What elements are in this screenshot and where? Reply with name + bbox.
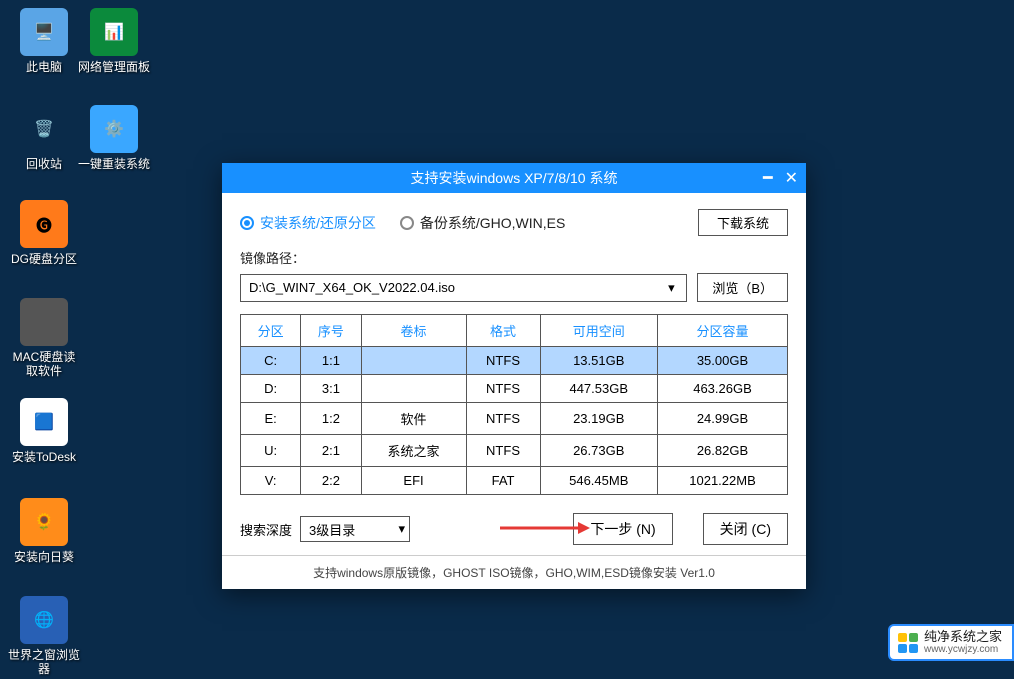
column-header: 分区容量: [658, 315, 788, 347]
radio-install-label: 安装系统/还原分区: [260, 213, 376, 233]
install-sunflower-icon: 🌻: [20, 498, 68, 546]
desktop-icon-label: 一键重装系统: [78, 157, 150, 171]
close-window-button[interactable]: ✕: [785, 168, 798, 188]
table-row[interactable]: V:2:2EFIFAT546.45MB1021.22MB: [241, 467, 788, 495]
cell-idx: 1:1: [301, 347, 361, 375]
cell-vol: 系统之家: [361, 435, 466, 467]
column-header: 格式: [466, 315, 540, 347]
cell-fs: NTFS: [466, 435, 540, 467]
desktop-icon-label: 安装向日葵: [8, 550, 80, 564]
browse-button[interactable]: 浏览（B）: [697, 273, 788, 302]
cell-idx: 2:2: [301, 467, 361, 495]
world-browser-icon: 🌐: [20, 596, 68, 644]
cell-idx: 1:2: [301, 403, 361, 435]
close-button[interactable]: 关闭 (C): [703, 513, 788, 545]
search-depth-label: 搜索深度: [240, 520, 292, 539]
partition-table: 分区序号卷标格式可用空间分区容量 C:1:1NTFS13.51GB35.00GB…: [240, 314, 788, 495]
onekey-reinstall-icon: ⚙️: [90, 105, 138, 153]
desktop-icon-label: MAC硬盘读取软件: [8, 350, 80, 378]
watermark-url: www.ycwjzy.com: [924, 644, 1002, 655]
desktop-icon-install-sunflower[interactable]: 🌻 安装向日葵: [8, 498, 80, 564]
watermark-name: 纯净系统之家: [924, 630, 1002, 644]
desktop-icon-label: DG硬盘分区: [8, 252, 80, 266]
cell-free: 546.45MB: [540, 467, 658, 495]
desktop-icon-world-browser[interactable]: 🌐 世界之窗浏览器: [8, 596, 80, 676]
minimize-button[interactable]: ━: [763, 168, 773, 188]
column-header: 可用空间: [540, 315, 658, 347]
image-path-value: D:\G_WIN7_X64_OK_V2022.04.iso: [249, 280, 455, 295]
table-row[interactable]: D:3:1 NTFS447.53GB463.26GB: [241, 375, 788, 403]
desktop-icon-dg-disk[interactable]: 🅖 DG硬盘分区: [8, 200, 80, 266]
radio-backup[interactable]: 备份系统/GHO,WIN,ES: [400, 213, 565, 233]
desktop-icon-network-panel[interactable]: 📊 网络管理面板: [78, 8, 150, 74]
radio-backup-label: 备份系统/GHO,WIN,ES: [420, 213, 565, 233]
mac-disk-reader-icon: [20, 298, 68, 346]
column-header: 序号: [301, 315, 361, 347]
cell-cap: 1021.22MB: [658, 467, 788, 495]
desktop-icon-this-pc[interactable]: 🖥️ 此电脑: [8, 8, 80, 74]
cell-drive: D:: [241, 375, 301, 403]
installer-window: 支持安装windows XP/7/8/10 系统 ━ ✕ 安装系统/还原分区 备…: [222, 163, 806, 589]
window-title: 支持安装windows XP/7/8/10 系统: [411, 168, 618, 188]
search-depth-value: 3级目录: [309, 520, 355, 539]
image-path-label: 镜像路径：: [240, 248, 788, 267]
cell-cap: 26.82GB: [658, 435, 788, 467]
cell-fs: NTFS: [466, 347, 540, 375]
chevron-down-icon: ▾: [662, 279, 680, 297]
search-depth-combo[interactable]: 3级目录 ▾: [300, 516, 410, 542]
cell-free: 13.51GB: [540, 347, 658, 375]
cell-vol: [361, 375, 466, 403]
recycle-bin-icon: 🗑️: [20, 105, 68, 153]
cell-free: 447.53GB: [540, 375, 658, 403]
desktop-icon-label: 网络管理面板: [78, 60, 150, 74]
cell-drive: U:: [241, 435, 301, 467]
cell-idx: 2:1: [301, 435, 361, 467]
annotation-arrow: [500, 527, 590, 529]
cell-idx: 3:1: [301, 375, 361, 403]
cell-drive: V:: [241, 467, 301, 495]
cell-fs: NTFS: [466, 403, 540, 435]
cell-fs: FAT: [466, 467, 540, 495]
desktop-icon-label: 安装ToDesk: [8, 450, 80, 464]
radio-icon: [240, 216, 254, 230]
cell-free: 26.73GB: [540, 435, 658, 467]
desktop-icon-mac-disk-reader[interactable]: MAC硬盘读取软件: [8, 298, 80, 378]
download-system-button[interactable]: 下载系统: [698, 209, 788, 236]
cell-vol: EFI: [361, 467, 466, 495]
cell-cap: 24.99GB: [658, 403, 788, 435]
desktop-icon-install-todesk[interactable]: 🟦 安装ToDesk: [8, 398, 80, 464]
watermark-logo-icon: [898, 633, 918, 653]
cell-drive: E:: [241, 403, 301, 435]
column-header: 卷标: [361, 315, 466, 347]
install-todesk-icon: 🟦: [20, 398, 68, 446]
cell-drive: C:: [241, 347, 301, 375]
radio-install-restore[interactable]: 安装系统/还原分区: [240, 213, 376, 233]
desktop-icon-onekey-reinstall[interactable]: ⚙️ 一键重装系统: [78, 105, 150, 171]
dg-disk-icon: 🅖: [20, 200, 68, 248]
desktop-icon-label: 世界之窗浏览器: [8, 648, 80, 676]
radio-icon: [400, 216, 414, 230]
cell-free: 23.19GB: [540, 403, 658, 435]
footer-text: 支持windows原版镜像，GHOST ISO镜像，GHO,WIM,ESD镜像安…: [222, 555, 806, 589]
cell-cap: 463.26GB: [658, 375, 788, 403]
desktop-icon-label: 此电脑: [8, 60, 80, 74]
watermark: 纯净系统之家 www.ycwjzy.com: [888, 624, 1014, 661]
table-row[interactable]: C:1:1 NTFS13.51GB35.00GB: [241, 347, 788, 375]
desktop-icon-label: 回收站: [8, 157, 80, 171]
column-header: 分区: [241, 315, 301, 347]
this-pc-icon: 🖥️: [20, 8, 68, 56]
cell-vol: 软件: [361, 403, 466, 435]
cell-vol: [361, 347, 466, 375]
cell-cap: 35.00GB: [658, 347, 788, 375]
image-path-combo[interactable]: D:\G_WIN7_X64_OK_V2022.04.iso ▾: [240, 274, 687, 302]
table-row[interactable]: U:2:1系统之家NTFS26.73GB26.82GB: [241, 435, 788, 467]
cell-fs: NTFS: [466, 375, 540, 403]
table-row[interactable]: E:1:2软件NTFS23.19GB24.99GB: [241, 403, 788, 435]
titlebar: 支持安装windows XP/7/8/10 系统 ━ ✕: [222, 163, 806, 193]
desktop-icon-recycle-bin[interactable]: 🗑️ 回收站: [8, 105, 80, 171]
network-panel-icon: 📊: [90, 8, 138, 56]
chevron-down-icon: ▾: [398, 521, 405, 537]
